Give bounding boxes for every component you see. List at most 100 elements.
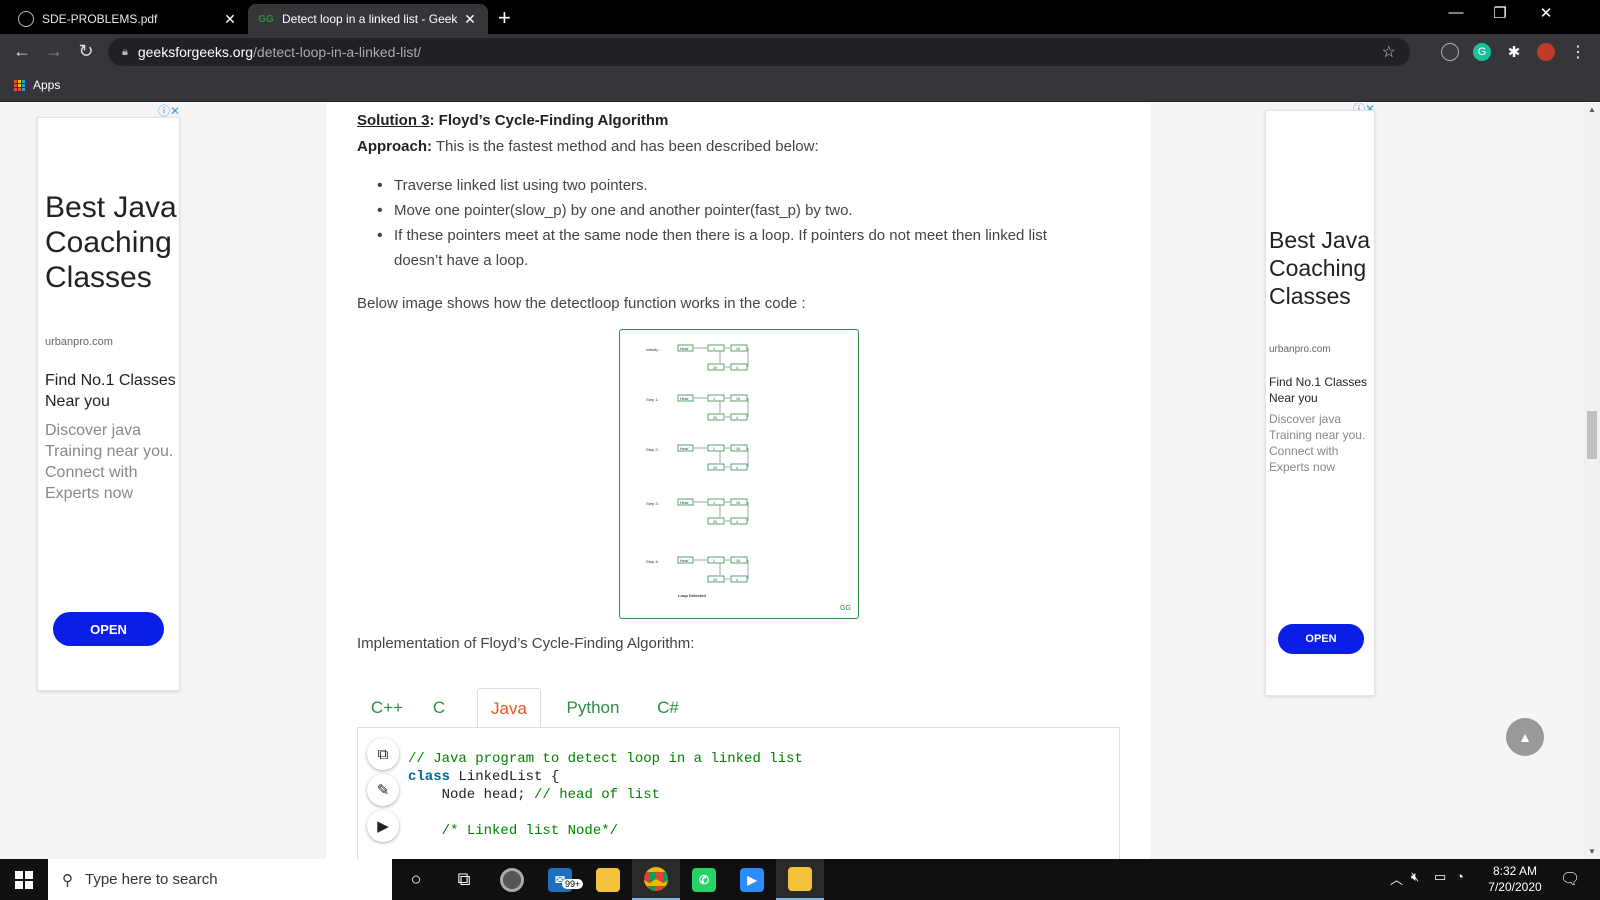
ad-domain: urbanpro.com (1269, 344, 1331, 355)
diagram-node (707, 344, 725, 352)
mail-badge: 99+ (562, 879, 584, 889)
apps-label: Apps (33, 78, 61, 92)
list-item: Traverse linked list using two pointers. (374, 173, 1094, 198)
extension-eyes-icon[interactable] (1441, 43, 1459, 61)
grammarly-extension-icon[interactable]: G (1473, 43, 1491, 61)
diagram-node-value: 4 (736, 416, 738, 420)
extensions-puzzle-icon[interactable]: ✱ (1505, 43, 1523, 61)
diagram-node-value: 15 (736, 559, 740, 563)
tab-c[interactable]: C (417, 688, 461, 728)
diagram-node-value: 20 (713, 466, 717, 470)
tab-python[interactable]: Python (553, 688, 633, 728)
media-player-icon[interactable] (488, 859, 536, 900)
whatsapp-icon[interactable]: ✆ (680, 859, 728, 900)
close-window-button[interactable]: ✕ (1526, 4, 1566, 22)
floyd-algorithm-diagram: Initially : Head 1 15 20 4 Step 1: Head 1 15 20 4 St… (619, 329, 859, 619)
image-intro-text: Below image shows how the detectloop fun… (357, 295, 806, 312)
approach-label: Approach: (357, 138, 432, 155)
scroll-up-arrow-icon[interactable]: ▲ (1584, 105, 1600, 114)
new-tab-button[interactable]: + (498, 5, 511, 31)
browser-tab-pdf[interactable]: SDE-PROBLEMS.pdf ✕ (8, 4, 248, 34)
edit-code-icon[interactable]: ✎ (367, 774, 399, 806)
file-explorer-icon[interactable] (584, 859, 632, 900)
chrome-icon[interactable] (632, 859, 680, 900)
start-button[interactable] (0, 859, 48, 900)
tab-cpp[interactable]: C++ (357, 688, 417, 728)
task-view-icon[interactable]: ⧉ (440, 859, 488, 900)
diagram-step-label: Step 3: (646, 501, 659, 506)
apps-shortcut[interactable]: Apps (14, 78, 60, 92)
bookmark-star-icon[interactable]: ☆ (1382, 42, 1396, 62)
zoom-icon[interactable]: ▶ (728, 859, 776, 900)
diagram-node (707, 444, 725, 452)
system-clock[interactable]: 8:32 AM 7/20/2020 (1480, 863, 1550, 895)
volume-muted-icon[interactable]: 🔇︎ (1411, 869, 1419, 885)
cortana-icon[interactable]: ○ (392, 859, 440, 900)
diagram-node-value: 1 (713, 447, 715, 451)
gfg-favicon-icon: GG (258, 13, 274, 25)
language-tabs: C++ C Java Python C# (357, 688, 1120, 728)
ad-description: Discover java Training near you. Connect… (45, 422, 174, 502)
ad-open-button[interactable]: OPEN (53, 612, 164, 646)
wifi-icon[interactable]: ◔ (1456, 869, 1464, 884)
profile-avatar[interactable] (1537, 43, 1555, 61)
diagram-step-label: Initially : (646, 347, 660, 352)
scroll-down-arrow-icon[interactable]: ▼ (1584, 847, 1600, 856)
diagram-head-label: Head (680, 397, 688, 401)
browser-menu-icon[interactable]: ⋮ (1569, 43, 1587, 61)
diagram-svg: Initially : Head 1 15 20 4 Step 1: Head 1 15 20 4 St… (646, 344, 851, 612)
diagram-node-value: 1 (713, 347, 715, 351)
ad-right[interactable]: Best Java Coaching Classes urbanpro.com … (1265, 110, 1375, 696)
scrollbar-thumb[interactable] (1587, 411, 1597, 459)
ad-subheadline[interactable]: Find No.1 Classes Near you (1269, 374, 1375, 406)
diagram-node-value: 4 (736, 520, 738, 524)
ad-subheadline[interactable]: Find No.1 Classes Near you (45, 370, 177, 412)
ad-domain: urbanpro.com (45, 336, 113, 348)
mail-icon[interactable]: ✉ 99+ (536, 859, 584, 900)
approach-text: This is the fastest method and has been … (432, 138, 819, 155)
diagram-head-label: Head (680, 447, 688, 451)
ad-headline[interactable]: Best Java Coaching Classes (45, 190, 177, 295)
show-hidden-icons-icon[interactable]: ︿ (1390, 869, 1403, 888)
scroll-to-top-button[interactable]: ▲ (1506, 718, 1544, 756)
code-line: class LinkedList { (408, 769, 560, 785)
back-button[interactable]: ← (10, 41, 34, 62)
taskbar-search-box[interactable]: ⚲ Type here to search (48, 859, 392, 900)
forward-button[interactable]: → (42, 41, 66, 62)
diagram-node (707, 556, 725, 564)
search-placeholder: Type here to search (85, 871, 218, 888)
tab-csharp[interactable]: C# (643, 688, 693, 728)
diagram-node-value: 4 (736, 466, 738, 470)
solution-label: Solution 3 (357, 112, 430, 129)
run-code-icon[interactable]: ▶ (367, 810, 399, 842)
diagram-footer: Loop Detected (678, 593, 706, 598)
tab-title: Detect loop in a linked list - Geek (282, 12, 458, 26)
approach-bullet-list: Traverse linked list using two pointers.… (374, 173, 1094, 273)
sticky-app-icon[interactable] (776, 859, 824, 900)
diagram-node (730, 463, 748, 471)
close-tab-icon[interactable]: ✕ (222, 11, 238, 28)
reload-button[interactable]: ↻ (74, 41, 98, 62)
code-block: ⧉ ✎ ▶ // Java program to detect loop in … (357, 727, 1120, 859)
diagram-logo: GG (840, 605, 851, 612)
page-scrollbar[interactable]: ▲ ▼ (1584, 103, 1600, 859)
browser-tab-gfg[interactable]: GG Detect loop in a linked list - Geek ✕ (248, 4, 488, 34)
address-bar[interactable]: 🔒︎ geeksforgeeks.org/detect-loop-in-a-li… (108, 38, 1410, 66)
close-tab-icon[interactable]: ✕ (462, 11, 478, 28)
minimize-window-button[interactable]: — (1436, 4, 1476, 21)
bookmarks-bar: Apps (0, 70, 1600, 102)
diagram-node-value: 15 (736, 397, 740, 401)
diagram-step-label: Step 2: (646, 447, 659, 452)
ad-description: Discover java Training near you. Connect… (1269, 412, 1366, 474)
tab-java[interactable]: Java (477, 688, 541, 728)
diagram-node (730, 413, 748, 421)
restore-window-button[interactable]: ❐ (1480, 4, 1520, 22)
copy-code-icon[interactable]: ⧉ (367, 738, 399, 770)
ad-left[interactable]: Best Java Coaching Classes urbanpro.com … (37, 117, 180, 691)
lock-icon: 🔒︎ (122, 45, 128, 58)
ad-headline[interactable]: Best Java Coaching Classes (1269, 226, 1375, 310)
ad-open-button[interactable]: OPEN (1278, 624, 1364, 654)
battery-icon[interactable]: ▭ (1434, 869, 1446, 885)
notifications-icon[interactable]: 🗨︎ (1560, 869, 1580, 889)
diagram-node (707, 394, 725, 402)
